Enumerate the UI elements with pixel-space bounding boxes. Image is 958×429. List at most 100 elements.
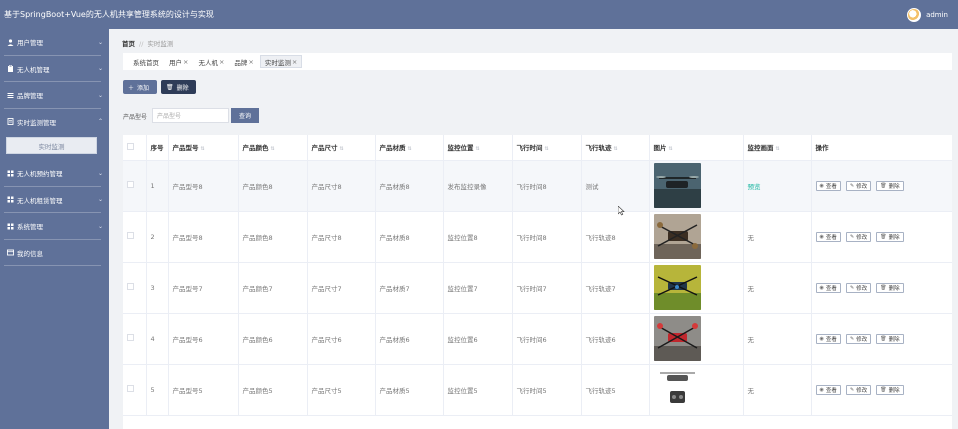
breadcrumb-home[interactable]: 首页	[122, 40, 135, 48]
sort-icon[interactable]: ⇅	[776, 146, 780, 152]
close-icon[interactable]: ×	[292, 58, 297, 66]
drone-image[interactable]	[653, 316, 701, 361]
drone-image[interactable]	[653, 214, 701, 259]
user-menu[interactable]: admin	[907, 7, 948, 22]
row-checkbox[interactable]	[127, 181, 134, 188]
tab-users[interactable]: 用户 ×	[165, 55, 192, 68]
sort-icon[interactable]: ⇅	[408, 146, 412, 152]
sidebar-item-profile[interactable]: 我的信息	[0, 240, 109, 267]
view-button[interactable]: ◉ 查看	[815, 282, 841, 293]
sidebar-item-system[interactable]: 系统管理 ⌄	[0, 213, 109, 240]
sidebar-item-brands[interactable]: 品牌管理 ⌄	[0, 82, 109, 109]
chevron-down-icon: ⌄	[97, 196, 103, 204]
cell-track: 测试	[581, 160, 650, 212]
tab-home[interactable]: 系统首页	[129, 55, 163, 68]
sidebar-item-reservations[interactable]: 无人机预约管理 ⌄	[0, 160, 109, 187]
tab-realtime-monitor[interactable]: 实时监测 ×	[259, 55, 303, 68]
drone-image[interactable]	[653, 163, 701, 208]
select-all-cell	[123, 135, 147, 161]
delete-row-button[interactable]: 🗑 删除	[876, 180, 904, 191]
search-input[interactable]: 产品型号	[152, 108, 229, 123]
edit-button[interactable]: ✎ 修改	[845, 231, 872, 242]
col-monitor[interactable]: 监控画面 ⇅	[743, 135, 812, 161]
view-button[interactable]: ◉ 查看	[815, 333, 841, 344]
edit-button[interactable]: ✎ 修改	[845, 180, 872, 191]
cell-monitor[interactable]: 预览	[743, 160, 812, 212]
main-content: 首页 //实时监测 系统首页 用户 × 无人机 × 品牌 × 实时监测 × ＋添加 🗑 删除…	[109, 29, 958, 429]
tab-brands[interactable]: 品牌 ×	[230, 55, 257, 68]
add-button[interactable]: ＋添加	[123, 80, 157, 94]
avatar[interactable]	[907, 7, 922, 22]
card-icon	[6, 249, 14, 256]
col-size[interactable]: 产品尺寸 ⇅	[307, 135, 376, 161]
cell-model: 产品型号8	[168, 211, 239, 263]
sort-icon[interactable]: ⇅	[476, 146, 480, 152]
cell-time: 飞行时间7	[512, 262, 582, 314]
col-model[interactable]: 产品型号 ⇅	[168, 135, 239, 161]
tab-drones[interactable]: 无人机 ×	[194, 55, 228, 68]
col-material[interactable]: 产品材质 ⇅	[375, 135, 444, 161]
sort-icon[interactable]: ⇅	[201, 146, 205, 152]
delete-button[interactable]: 🗑 删除	[161, 80, 196, 94]
sort-icon[interactable]: ⇅	[614, 146, 618, 152]
delete-row-button[interactable]: 🗑 删除	[876, 333, 904, 344]
edit-button[interactable]: ✎ 修改	[845, 333, 872, 344]
view-button[interactable]: ◉ 查看	[815, 231, 841, 242]
sidebar-item-users[interactable]: 用户管理 ⌄	[0, 29, 109, 56]
row-checkbox[interactable]	[127, 385, 134, 392]
delete-row-button[interactable]: 🗑 删除	[876, 282, 904, 293]
app-title: 基于SpringBoot+Vue的无人机共享管理系统的设计与实现	[4, 10, 214, 19]
sort-icon[interactable]: ⇅	[271, 146, 275, 152]
col-track[interactable]: 飞行轨迹 ⇅	[581, 135, 650, 161]
cell-color: 产品颜色8	[238, 160, 308, 212]
edit-button[interactable]: ✎ 修改	[845, 282, 872, 293]
edit-button[interactable]: ✎ 修改	[845, 384, 872, 395]
grid-icon	[6, 196, 14, 203]
row-checkbox[interactable]	[127, 334, 134, 341]
cell-location: 监控位置7	[443, 262, 513, 314]
select-all-checkbox[interactable]	[127, 142, 134, 150]
view-button[interactable]: ◉ 查看	[815, 384, 841, 395]
trash-icon: 🗑	[166, 83, 174, 91]
search-button[interactable]: 查询	[231, 108, 259, 123]
row-checkbox[interactable]	[127, 232, 134, 239]
search-label: 产品型号	[123, 114, 148, 121]
sidebar-item-rentals[interactable]: 无人机租赁管理 ⌄	[0, 187, 109, 214]
close-icon[interactable]: ×	[183, 58, 188, 66]
breadcrumb: 首页 //实时监测	[122, 38, 173, 48]
sort-icon[interactable]: ⇅	[669, 146, 673, 152]
cell-material: 产品材质8	[375, 211, 444, 263]
cell-location: 发布监控录像	[443, 160, 513, 212]
sidebar-subitem-realtime-monitor[interactable]: 实时监测	[6, 137, 97, 154]
drone-image[interactable]	[653, 367, 701, 412]
eye-icon: ◉	[819, 284, 824, 291]
drone-image[interactable]	[653, 265, 701, 310]
user-name[interactable]: admin	[926, 11, 948, 19]
sort-icon[interactable]: ⇅	[545, 146, 549, 152]
cell-index: 2	[146, 211, 169, 263]
eye-icon: ◉	[819, 335, 824, 342]
col-image[interactable]: 图片 ⇅	[649, 135, 744, 161]
col-location[interactable]: 监控位置 ⇅	[443, 135, 513, 161]
row-checkbox[interactable]	[127, 283, 134, 290]
col-time[interactable]: 飞行时间 ⇅	[512, 135, 582, 161]
delete-row-button[interactable]: 🗑 删除	[876, 231, 904, 242]
sidebar-item-monitoring[interactable]: 实时监测管理 ⌃	[0, 109, 109, 136]
sort-icon[interactable]: ⇅	[340, 146, 344, 152]
sidebar-item-drones[interactable]: 无人机管理 ⌄	[0, 56, 109, 83]
close-icon[interactable]: ×	[219, 58, 224, 66]
cell-time: 飞行时间8	[512, 160, 582, 212]
trash-icon: 🗑	[880, 386, 887, 393]
cell-image	[649, 211, 744, 263]
breadcrumb-separator: //	[139, 40, 144, 48]
col-color[interactable]: 产品颜色 ⇅	[238, 135, 308, 161]
cell-index: 5	[146, 364, 169, 416]
cell-material: 产品材质5	[375, 364, 444, 416]
view-button[interactable]: ◉ 查看	[815, 180, 841, 191]
cell-monitor: 无	[743, 313, 812, 365]
delete-row-button[interactable]: 🗑 删除	[876, 384, 904, 395]
edit-icon: ✎	[849, 335, 855, 342]
close-icon[interactable]: ×	[248, 58, 253, 66]
sidebar: 用户管理 ⌄ 无人机管理 ⌄ 品牌管理 ⌄ 实时监测管理 ⌃ 实时监测 无人机预…	[0, 29, 109, 429]
chevron-down-icon: ⌄	[97, 222, 103, 230]
